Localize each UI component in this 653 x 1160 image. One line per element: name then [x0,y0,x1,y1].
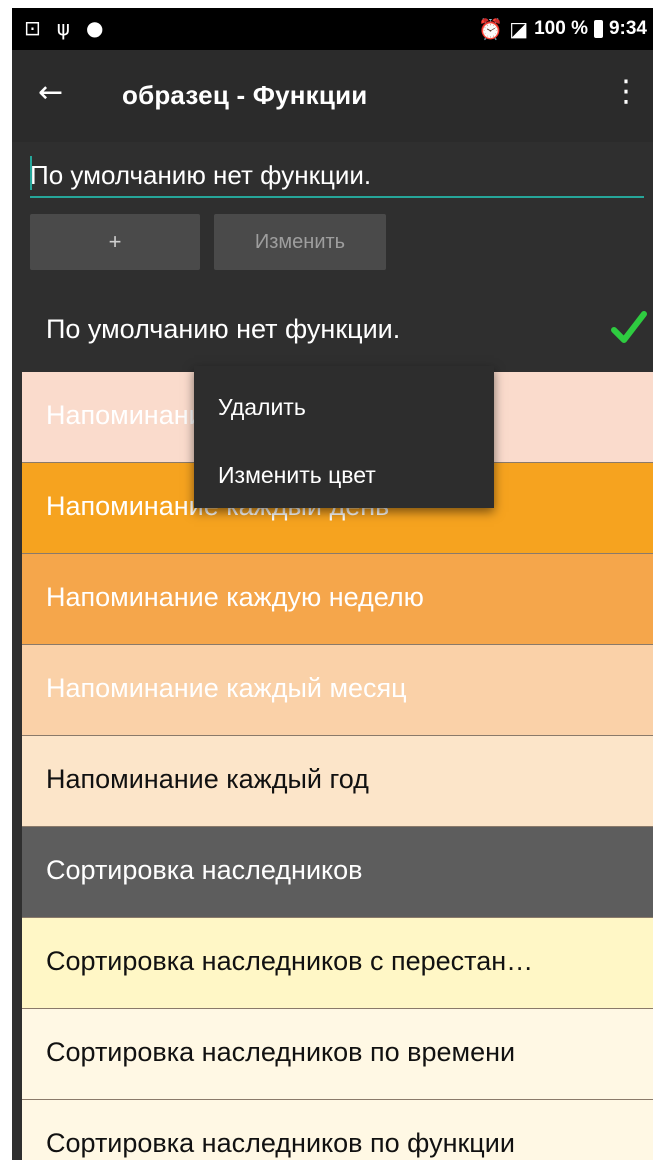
image-icon: ⊡ [24,16,41,40]
menu-item-delete[interactable]: Удалить [218,394,306,421]
add-button[interactable]: + [30,214,200,270]
list-item-label: Сортировка наследников по времени [46,1037,516,1067]
usb-icon: ψ [56,16,70,40]
list-item-label: Сортировка наследников [46,855,363,885]
app-frame: ⊡ ψ ● ⏰ ◪ 100 % 9:34 ← образец - Функции… [12,8,653,1160]
list-item[interactable]: Сортировка наследников по функции [22,1100,653,1160]
list-item-label: Напоминание [46,400,219,430]
list-item[interactable]: Сортировка наследников по времени [22,1009,653,1100]
page-title: образец - Функции [122,80,368,110]
battery-icon [593,20,603,38]
check-icon [611,311,647,343]
list-item[interactable]: Сортировка наследников с перестан… [22,918,653,1009]
default-function-label: По умолчанию нет функции. [46,314,401,344]
no-signal-icon: ◪ [509,17,529,41]
circle-icon: ● [85,16,104,40]
default-function-row[interactable]: По умолчанию нет функции. [12,292,653,372]
alarm-icon: ⏰ [478,17,504,41]
context-menu: Удалить Изменить цвет [194,366,494,508]
list-item[interactable]: Напоминание каждый год [22,736,653,827]
toolbar: ← образец - Функции ⋮ [12,50,653,142]
list-item[interactable]: Напоминание каждую неделю [22,554,653,645]
edit-button[interactable]: Изменить [214,214,386,270]
list-item[interactable]: Напоминание каждый месяц [22,645,653,736]
list-item-label: Напоминание каждый месяц [46,673,407,703]
list-item-label: Напоминание каждый год [46,764,369,794]
input-underline [30,196,644,198]
overflow-menu-icon[interactable]: ⋮ [611,76,641,108]
clock: 9:34 [608,18,647,39]
function-name-input[interactable]: По умолчанию нет функции. [30,148,644,198]
phone-screen: ⊡ ψ ● ⏰ ◪ 100 % 9:34 ← образец - Функции… [0,0,653,1160]
list-item[interactable]: Сортировка наследников [22,827,653,918]
function-name-value[interactable]: По умолчанию нет функции. [30,160,371,191]
status-right: ⏰ ◪ 100 % 9:34 [478,18,647,40]
list-item-label: Напоминание каждую неделю [46,582,424,612]
menu-item-change-color[interactable]: Изменить цвет [218,462,376,489]
status-left-icons: ⊡ ψ ● [24,17,103,39]
text-cursor [30,156,32,190]
status-bar: ⊡ ψ ● ⏰ ◪ 100 % 9:34 [12,8,653,50]
battery-percent: 100 % [534,18,588,39]
list-item-label: Сортировка наследников с перестан… [46,946,534,976]
list-item-label: Сортировка наследников по функции [46,1128,515,1158]
back-arrow-icon[interactable]: ← [38,77,63,109]
